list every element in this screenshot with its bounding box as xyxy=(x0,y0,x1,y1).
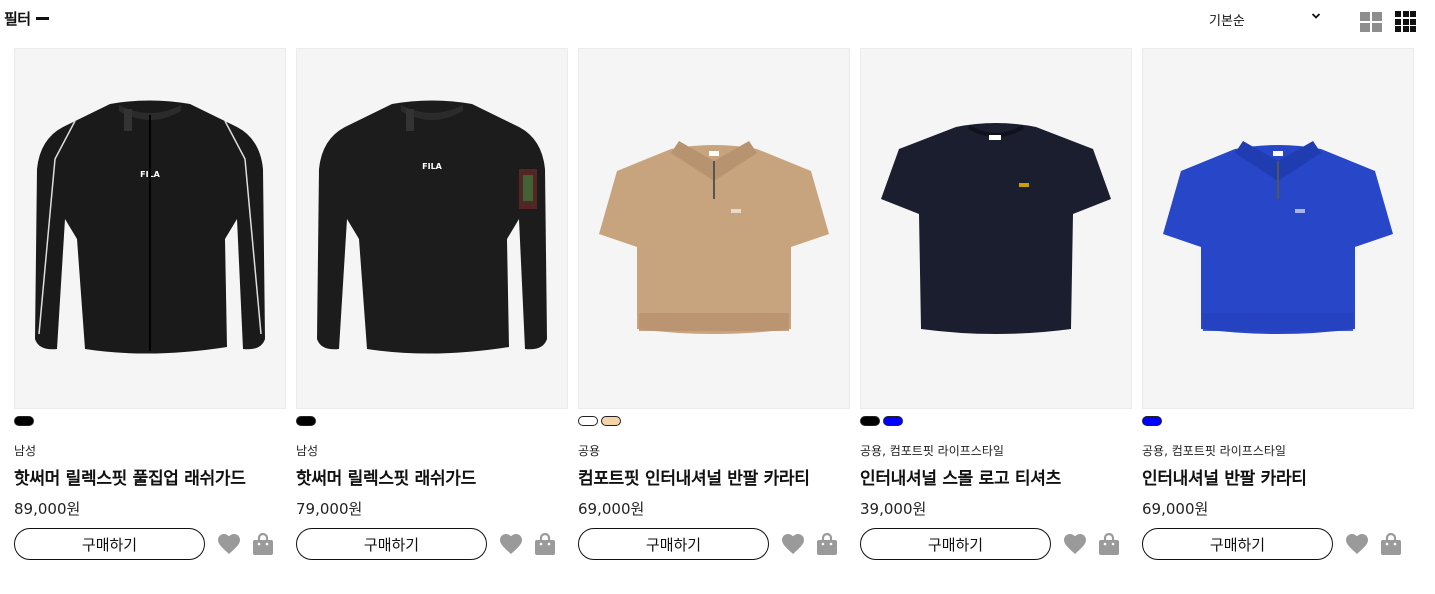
product-name[interactable]: 인터내셔널 스몰 로고 티셔츠 xyxy=(860,468,1132,490)
heart-icon[interactable] xyxy=(1063,533,1087,555)
heart-icon[interactable] xyxy=(1345,533,1369,555)
svg-text:FILA: FILA xyxy=(422,162,443,171)
product-card: 공용 컴포트핏 인터내셔널 반팔 카라티 69,000원 구매하기 xyxy=(578,48,850,560)
product-image[interactable] xyxy=(1142,48,1414,409)
color-swatch[interactable] xyxy=(14,416,34,426)
filter-label: 필터 xyxy=(4,10,31,28)
filter-toggle[interactable]: 필터 xyxy=(4,8,49,29)
buy-button[interactable]: 구매하기 xyxy=(1142,528,1333,560)
product-category: 공용, 컴포트핏 라이프스타일 xyxy=(1142,444,1286,458)
shirt-image xyxy=(881,123,1111,334)
color-swatch[interactable] xyxy=(883,416,903,426)
heart-icon[interactable] xyxy=(217,533,241,555)
chevron-down-icon xyxy=(1311,13,1321,19)
product-list: FILA 남성 핫써머 릴렉스핏 풀집업 래쉬가드 89,000원 구매하기 xyxy=(14,48,1414,560)
shopping-bag-icon[interactable] xyxy=(251,532,275,556)
shirt-image: FILA xyxy=(317,100,547,354)
product-image[interactable] xyxy=(860,48,1132,409)
color-swatches xyxy=(296,416,568,428)
product-category: 공용, 컴포트핏 라이프스타일 xyxy=(860,444,1004,458)
product-image[interactable] xyxy=(578,48,850,409)
buy-button[interactable]: 구매하기 xyxy=(860,528,1051,560)
product-card: FILA 남성 핫써머 릴렉스핏 래쉬가드 79,000원 구매하기 xyxy=(296,48,568,560)
color-swatch[interactable] xyxy=(860,416,880,426)
color-swatch[interactable] xyxy=(1142,416,1162,426)
color-swatch[interactable] xyxy=(601,416,621,426)
color-swatch[interactable] xyxy=(578,416,598,426)
product-image[interactable]: FILA xyxy=(296,48,568,409)
sort-selected-value: 기본순 xyxy=(1209,14,1245,29)
color-swatches xyxy=(1142,416,1414,428)
shirt-image: FILA xyxy=(35,100,265,354)
product-category: 공용 xyxy=(578,444,601,458)
shopping-bag-icon[interactable] xyxy=(1097,532,1121,556)
buy-button[interactable]: 구매하기 xyxy=(14,528,205,560)
product-actions: 구매하기 xyxy=(578,528,850,560)
buy-button[interactable]: 구매하기 xyxy=(578,528,769,560)
product-category: 남성 xyxy=(296,444,319,458)
buy-button[interactable]: 구매하기 xyxy=(296,528,487,560)
toolbar: 필터 기본순 xyxy=(0,0,1435,40)
product-name[interactable]: 핫써머 릴렉스핏 래쉬가드 xyxy=(296,468,568,490)
product-actions: 구매하기 xyxy=(296,528,568,560)
product-actions: 구매하기 xyxy=(860,528,1132,560)
product-price: 79,000원 xyxy=(296,500,363,518)
color-swatches xyxy=(14,416,286,428)
shopping-bag-icon[interactable] xyxy=(1379,532,1403,556)
product-card: 공용, 컴포트핏 라이프스타일 인터내셔널 스몰 로고 티셔츠 39,000원 … xyxy=(860,48,1132,560)
product-name[interactable]: 인터내셔널 반팔 카라티 xyxy=(1142,468,1414,490)
product-name[interactable]: 핫써머 릴렉스핏 풀집업 래쉬가드 xyxy=(14,468,286,490)
color-swatches xyxy=(860,416,1132,428)
color-swatch[interactable] xyxy=(296,416,316,426)
shopping-bag-icon[interactable] xyxy=(533,532,557,556)
product-name[interactable]: 컴포트핏 인터내셔널 반팔 카라티 xyxy=(578,468,850,490)
minus-icon xyxy=(35,17,49,20)
product-price: 89,000원 xyxy=(14,500,81,518)
product-price: 69,000원 xyxy=(578,500,645,518)
product-price: 69,000원 xyxy=(1142,500,1209,518)
shopping-bag-icon[interactable] xyxy=(815,532,839,556)
product-price: 39,000원 xyxy=(860,500,927,518)
heart-icon[interactable] xyxy=(781,533,805,555)
shirt-image xyxy=(1163,141,1393,334)
product-actions: 구매하기 xyxy=(1142,528,1414,560)
product-category: 남성 xyxy=(14,444,37,458)
color-swatches xyxy=(578,416,850,428)
product-image[interactable]: FILA xyxy=(14,48,286,409)
product-actions: 구매하기 xyxy=(14,528,286,560)
shirt-image xyxy=(599,141,829,334)
grid-2-icon[interactable] xyxy=(1360,12,1382,32)
product-card: FILA 남성 핫써머 릴렉스핏 풀집업 래쉬가드 89,000원 구매하기 xyxy=(14,48,286,560)
heart-icon[interactable] xyxy=(499,533,523,555)
product-card: 공용, 컴포트핏 라이프스타일 인터내셔널 반팔 카라티 69,000원 구매하… xyxy=(1142,48,1414,560)
grid-4-icon[interactable] xyxy=(1395,11,1418,32)
sort-dropdown[interactable]: 기본순 xyxy=(1209,10,1323,30)
